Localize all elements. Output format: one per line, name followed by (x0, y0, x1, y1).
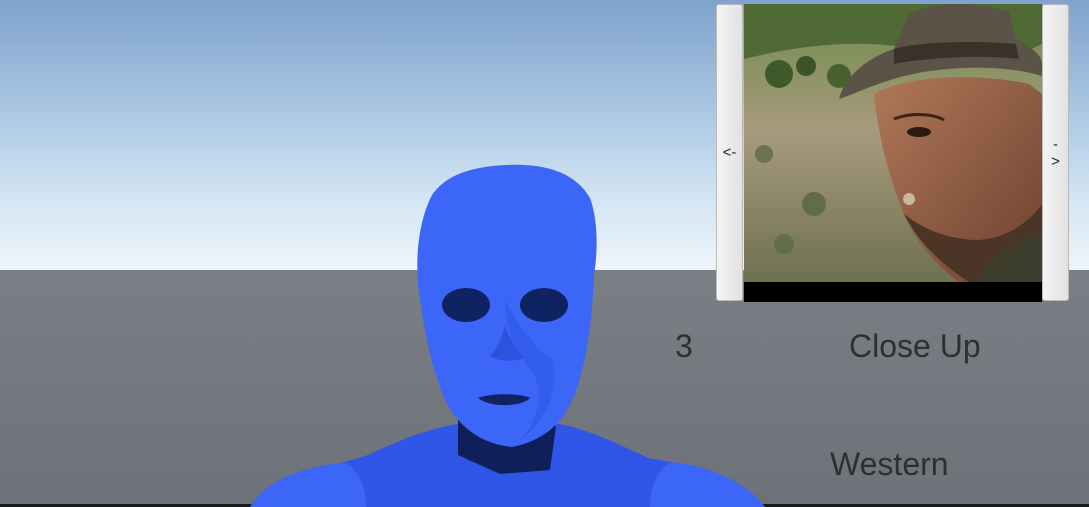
mannequin-right-eye (520, 288, 568, 322)
mannequin-right-shoulder (650, 462, 765, 507)
shot-type-label: Close Up (849, 328, 981, 364)
genre-label: Western (830, 446, 949, 482)
mannequin-left-shoulder (250, 463, 366, 507)
next-shot-button[interactable]: -> (1042, 4, 1069, 301)
previous-shot-button[interactable]: <- (716, 4, 743, 301)
shot-selector-panel: <- -> (716, 2, 1070, 302)
shot-preview-image (744, 4, 1042, 302)
western-closeup-still-image (744, 4, 1042, 302)
shot-index-label: 3 (675, 328, 693, 364)
mannequin-left-eye (442, 288, 490, 322)
